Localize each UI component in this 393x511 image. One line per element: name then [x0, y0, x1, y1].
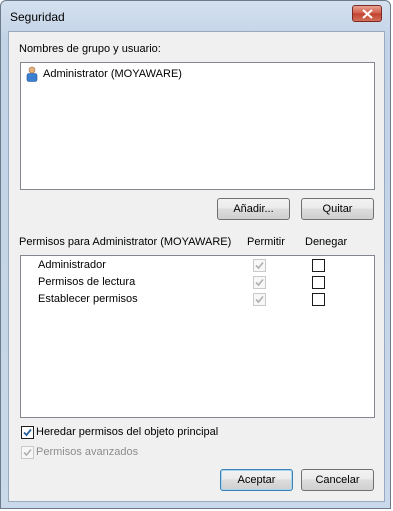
groups-label: Nombres de grupo y usuario: [19, 43, 161, 55]
user-icon [26, 66, 38, 82]
deny-header: Denegar [305, 236, 348, 248]
allow-checkbox [253, 259, 266, 272]
allow-checkbox [253, 293, 266, 306]
check-icon [255, 261, 264, 270]
deny-checkbox[interactable] [312, 293, 325, 306]
check-icon [23, 448, 32, 457]
inherit-checkbox[interactable] [21, 426, 34, 439]
check-icon [23, 428, 32, 437]
close-icon [362, 9, 373, 19]
advanced-label: Permisos avanzados [36, 446, 139, 458]
list-item[interactable]: Administrator (MOYAWARE) [25, 66, 182, 82]
permissions-listbox: Administrador Permisos de lectura Establ… [20, 255, 375, 418]
permissions-label: Permisos para Administrator (MOYAWARE) [19, 236, 232, 248]
cancel-button[interactable]: Cancelar [301, 469, 374, 491]
window-title: Seguridad [10, 10, 65, 24]
security-dialog: Seguridad Nombres de grupo y usuario: Ad… [0, 0, 391, 509]
user-name: Administrator (MOYAWARE) [43, 68, 182, 80]
remove-button[interactable]: Quitar [301, 198, 374, 220]
allow-header: Permitir [247, 236, 285, 248]
check-icon [255, 295, 264, 304]
permission-name: Permisos de lectura [38, 276, 136, 288]
inherit-label[interactable]: Heredar permisos del objeto principal [36, 426, 218, 438]
permission-name: Administrador [38, 259, 106, 271]
deny-checkbox[interactable] [312, 259, 325, 272]
dialog-body: Nombres de grupo y usuario: Administrato… [8, 31, 385, 502]
permission-name: Establecer permisos [38, 293, 138, 305]
check-icon [255, 278, 264, 287]
title-bar[interactable]: Seguridad [1, 1, 390, 31]
add-button[interactable]: Añadir... [217, 198, 290, 220]
groups-listbox[interactable]: Administrator (MOYAWARE) [20, 62, 375, 190]
deny-checkbox[interactable] [312, 276, 325, 289]
advanced-checkbox [21, 446, 34, 459]
ok-button[interactable]: Aceptar [220, 469, 293, 491]
allow-checkbox [253, 276, 266, 289]
close-button[interactable] [352, 5, 382, 22]
